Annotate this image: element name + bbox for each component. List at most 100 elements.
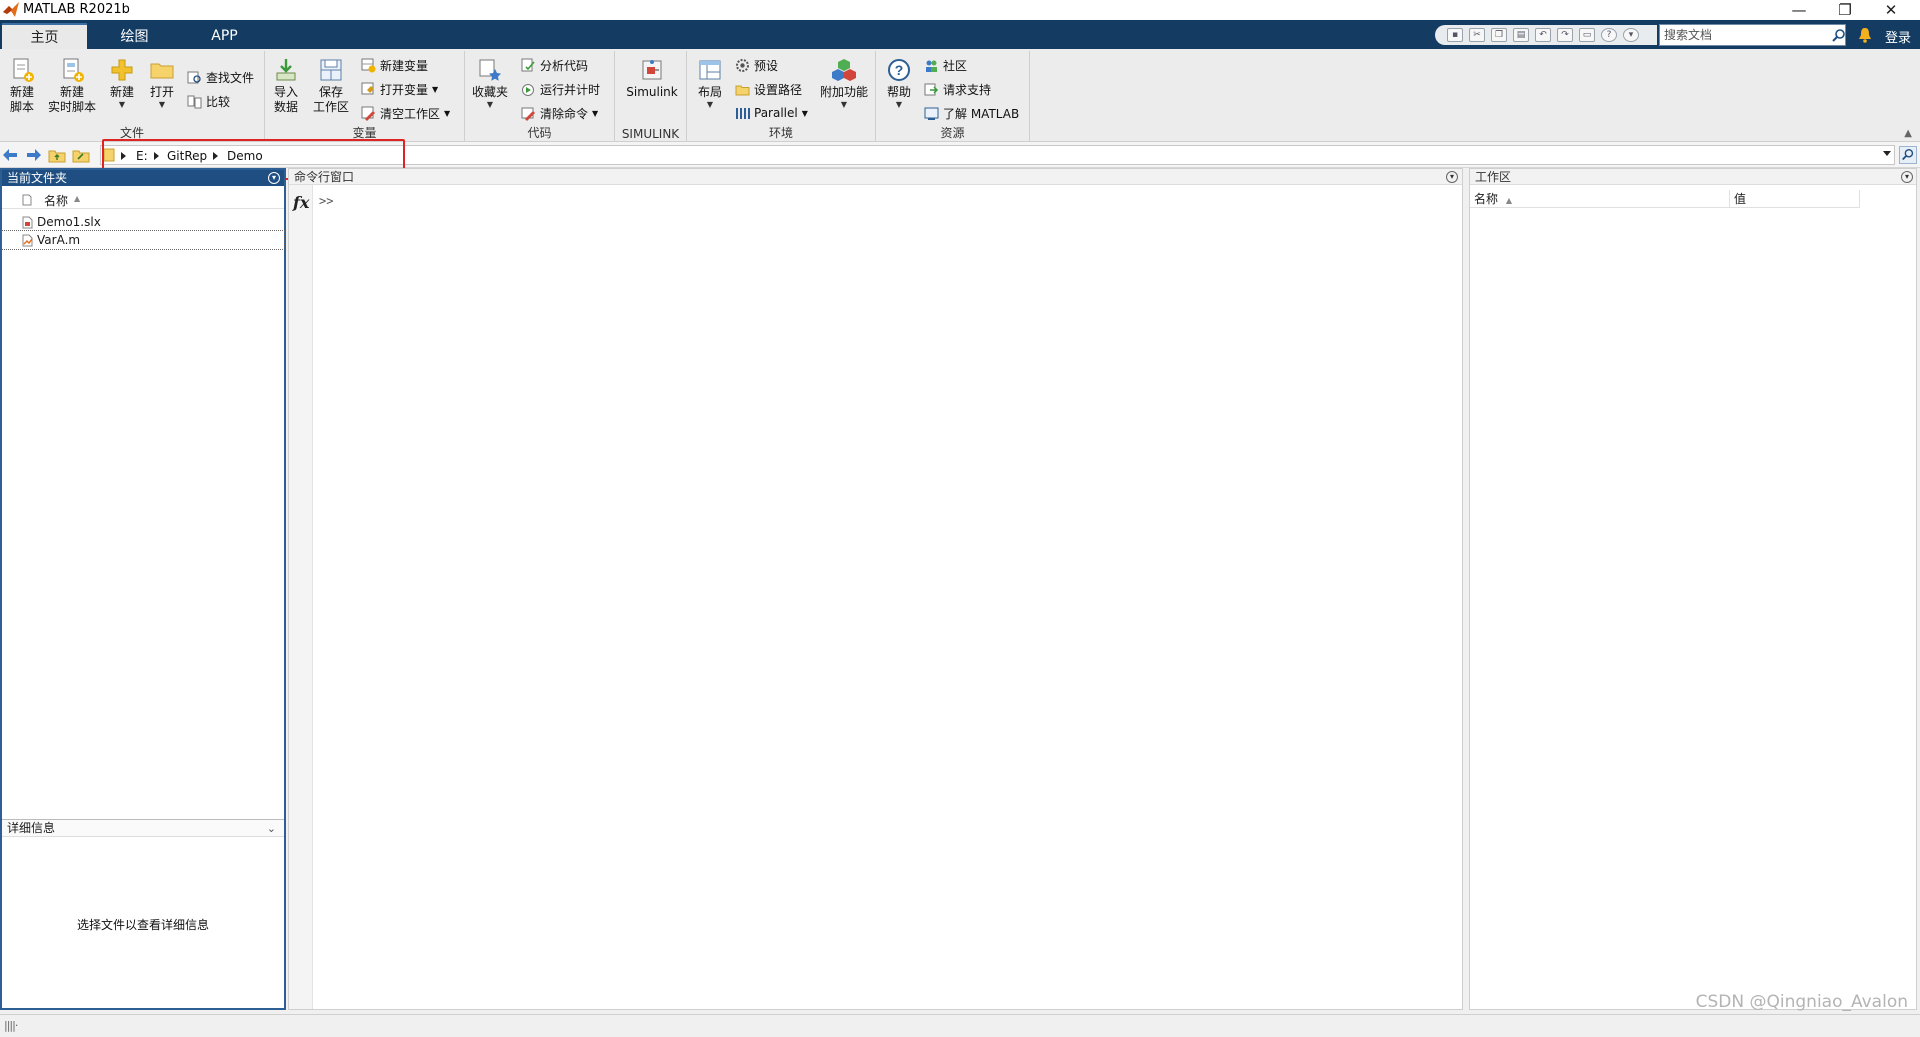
preferences-button[interactable]: 预设: [735, 55, 778, 75]
tab-plots[interactable]: 绘图: [92, 23, 177, 49]
panel-actions-icon[interactable]: ▾: [268, 172, 280, 184]
workspace-name-column-header[interactable]: 名称 ▲: [1470, 190, 1730, 208]
file-name: Demo1.slx: [37, 215, 101, 229]
restore-button[interactable]: ❐: [1822, 0, 1868, 20]
open-variable-label: 打开变量: [380, 82, 429, 97]
close-button[interactable]: ✕: [1868, 0, 1914, 20]
request-support-button[interactable]: 请求支持: [924, 79, 991, 99]
notification-bell-icon[interactable]: [1857, 27, 1873, 43]
function-browser-icon[interactable]: fx: [293, 193, 309, 212]
forward-arrow-icon[interactable]: [24, 146, 42, 164]
status-bar: ||||·: [0, 1014, 1920, 1037]
set-path-label: 设置路径: [754, 82, 803, 97]
addons-button[interactable]: 附加功能 ▼: [819, 57, 869, 110]
breadcrumb-gitrep[interactable]: GitRep: [167, 149, 207, 163]
chevron-down-icon: ▼: [706, 100, 714, 109]
learn-matlab-button[interactable]: 了解 MATLAB: [924, 103, 1019, 123]
find-files-button[interactable]: 查找文件: [187, 67, 254, 87]
new-button[interactable]: 新建 ▼: [103, 57, 141, 110]
copy-icon[interactable]: ❐: [1491, 28, 1507, 42]
new-variable-button[interactable]: 新建变量: [361, 55, 428, 75]
name-column-header[interactable]: 名称: [44, 192, 68, 209]
new-script-icon: [13, 58, 34, 82]
collapse-ribbon-icon[interactable]: ▲: [1904, 128, 1912, 139]
help-icon[interactable]: ?: [1601, 28, 1617, 42]
chevron-down-icon[interactable]: ⌄: [267, 820, 276, 837]
undo-icon[interactable]: ↶: [1535, 28, 1551, 42]
customize-toolbar-icon[interactable]: ▾: [1623, 28, 1639, 42]
favorites-star-icon: [479, 59, 501, 81]
paste-icon[interactable]: ▤: [1513, 28, 1529, 42]
parallel-button[interactable]: Parallel ▼: [735, 103, 808, 123]
watermark-text: CSDN @Qingniao_Avalon: [1695, 992, 1908, 1012]
search-folder-icon[interactable]: [1899, 146, 1917, 164]
import-data-icon: [276, 59, 296, 81]
details-panel-header[interactable]: 详细信息 ⌄: [2, 819, 284, 837]
layout-button[interactable]: 布局 ▼: [691, 57, 729, 110]
cut-icon[interactable]: ✂: [1469, 28, 1485, 42]
switch-windows-icon[interactable]: ▭: [1579, 28, 1595, 42]
current-path-field[interactable]: E: GitRep Demo: [100, 145, 1895, 165]
chevron-down-icon: ▼: [840, 100, 848, 109]
set-path-button[interactable]: 设置路径: [735, 79, 802, 99]
tab-home[interactable]: 主页: [2, 23, 87, 49]
analyze-code-icon: [521, 58, 535, 71]
browse-folder-icon[interactable]: [72, 146, 90, 164]
command-window-panel[interactable]: 命令行窗口 ▾ fx >>: [288, 168, 1463, 1010]
clear-commands-icon: [521, 107, 535, 121]
simulink-button[interactable]: Simulink: [624, 57, 680, 100]
up-folder-icon[interactable]: [48, 146, 66, 164]
new-label: 新建: [109, 85, 134, 99]
search-icon[interactable]: [1832, 28, 1846, 42]
breadcrumb-drive-e[interactable]: E:: [136, 149, 148, 163]
file-list-header[interactable]: 名称 ▲: [2, 191, 284, 209]
open-button[interactable]: 打开 ▼: [143, 57, 181, 110]
layout-label: 布局: [697, 85, 722, 99]
analyze-code-button[interactable]: 分析代码: [521, 55, 588, 75]
quick-access-toolbar: ▪ ✂ ❐ ▤ ↶ ↷ ▭ ? ▾: [1435, 25, 1657, 45]
save-workspace-label: 保存 工作区: [312, 85, 349, 114]
help-question-icon: ?: [888, 59, 910, 81]
matlab-logo-icon: [3, 2, 19, 17]
panel-actions-icon[interactable]: ▾: [1446, 171, 1458, 183]
workspace-panel: 工作区 ▾ 名称 ▲ 值: [1469, 168, 1917, 1010]
login-link[interactable]: 登录: [1885, 27, 1911, 46]
clear-workspace-button[interactable]: 清空工作区 ▼: [361, 103, 450, 123]
clear-commands-label: 清除命令: [540, 106, 589, 121]
workspace-value-column-header[interactable]: 值: [1730, 190, 1860, 208]
new-variable-icon: [361, 58, 376, 72]
tab-apps[interactable]: APP: [182, 23, 267, 49]
new-live-script-button[interactable]: 新建 实时脚本: [47, 57, 97, 115]
current-folder-panel: 当前文件夹 ▾ 名称 ▲ Demo1.slx VarA.m 详细信息 ⌄ 选择文…: [0, 168, 286, 1010]
redo-icon[interactable]: ↷: [1557, 28, 1573, 42]
file-row[interactable]: VarA.m: [1, 230, 285, 250]
panel-actions-icon[interactable]: ▾: [1901, 171, 1913, 183]
breadcrumb-demo[interactable]: Demo: [227, 149, 263, 163]
preferences-label: 预设: [754, 58, 779, 73]
save-workspace-button[interactable]: 保存 工作区: [309, 57, 353, 115]
command-prompt[interactable]: >>: [319, 194, 333, 208]
open-variable-button[interactable]: 打开变量 ▼: [361, 79, 438, 99]
ribbon-group-variable: 导入 数据 保存 工作区 新建变量 打开变量 ▼ 清空工作区 ▼ 变量: [265, 51, 465, 141]
chevron-down-icon: ▼: [801, 108, 808, 118]
search-documentation-input[interactable]: [1659, 24, 1846, 46]
clear-workspace-icon: [361, 106, 375, 121]
learn-matlab-icon: [924, 107, 939, 120]
file-row[interactable]: Demo1.slx: [22, 213, 282, 231]
new-script-button[interactable]: 新建 脚本: [3, 57, 41, 115]
save-icon[interactable]: ▪: [1447, 28, 1463, 42]
run-and-time-button[interactable]: 运行并计时: [521, 79, 600, 99]
clear-commands-button[interactable]: 清除命令 ▼: [521, 103, 598, 123]
compare-button[interactable]: 比较: [187, 91, 230, 111]
import-data-button[interactable]: 导入 数据: [267, 57, 305, 115]
community-button[interactable]: 社区: [924, 55, 967, 75]
path-history-dropdown-icon[interactable]: [1883, 151, 1891, 156]
ribbon-toolbar: 新建 脚本 新建 实时脚本 新建 ▼ 打开 ▼ 查找文件 比较 文件 导入 数据…: [0, 49, 1920, 142]
status-grip: ||||·: [4, 1019, 18, 1032]
minimize-button[interactable]: —: [1776, 0, 1822, 20]
favorites-button[interactable]: 收藏夹 ▼: [469, 57, 511, 110]
request-support-label: 请求支持: [943, 82, 992, 97]
back-arrow-icon[interactable]: [2, 146, 20, 164]
command-window-gutter: [289, 185, 313, 1009]
help-button[interactable]: ? 帮助 ▼: [880, 57, 918, 110]
